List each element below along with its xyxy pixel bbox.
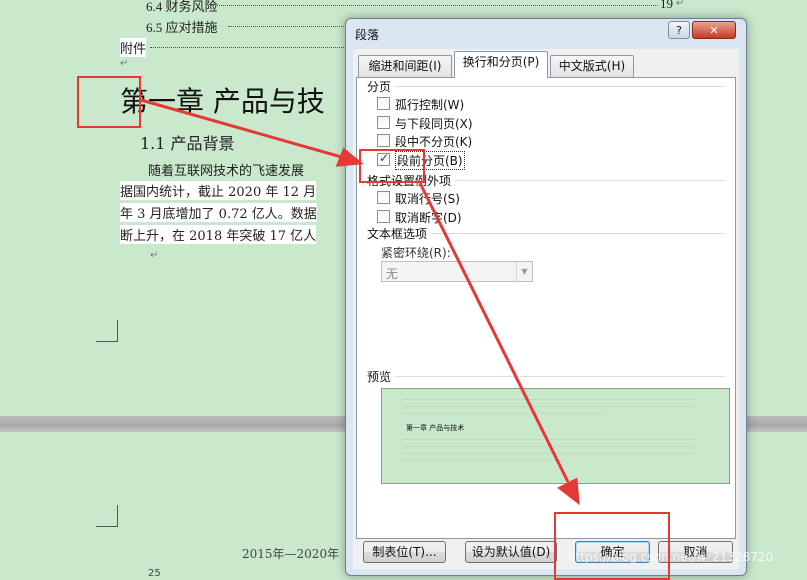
tab-line-page-breaks[interactable]: 换行和分页(P) (454, 51, 548, 78)
annotation-arrows (140, 98, 580, 506)
annotation-arrow-line (418, 182, 570, 483)
annotation-arrowhead (557, 477, 580, 506)
annotation-arrowhead (335, 147, 364, 167)
watermark-text: https://blog.csdn.net/w_21328720 (568, 550, 774, 564)
annotation-arrow-line (140, 98, 346, 160)
